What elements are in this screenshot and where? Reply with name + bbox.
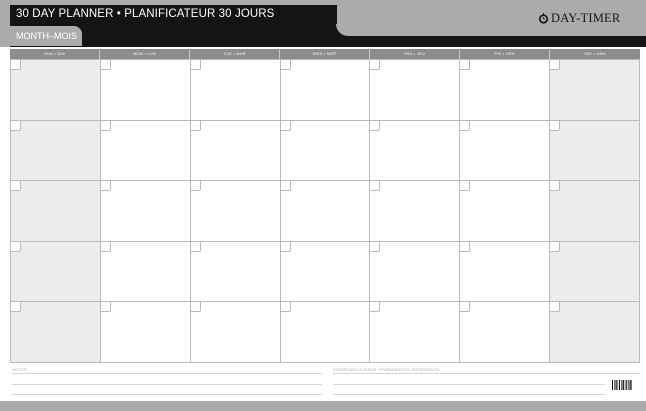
planner-title: 30 DAY PLANNER • PLANIFICATEUR 30 JOURS xyxy=(10,5,337,24)
day-header-wed: WED • MER xyxy=(280,49,370,59)
day-cell[interactable] xyxy=(11,181,101,242)
date-number-box[interactable] xyxy=(280,60,291,70)
day-cell[interactable] xyxy=(280,120,371,182)
date-number-box[interactable] xyxy=(190,60,201,70)
date-number-box[interactable] xyxy=(11,120,21,131)
date-number-box[interactable] xyxy=(550,60,561,70)
date-number-box[interactable] xyxy=(370,181,381,192)
events-line[interactable] xyxy=(333,384,605,385)
date-number-box[interactable] xyxy=(550,302,561,313)
date-number-box[interactable] xyxy=(280,181,291,192)
date-number-box[interactable] xyxy=(190,120,201,131)
day-header-thu: THU • JEU xyxy=(370,49,460,59)
events-line[interactable] xyxy=(333,394,605,395)
day-header-sun: SUN • DIM xyxy=(10,49,100,59)
day-cell[interactable] xyxy=(550,302,640,363)
notes-line[interactable] xyxy=(12,384,322,385)
day-cell[interactable] xyxy=(11,241,101,303)
date-number-box[interactable] xyxy=(190,241,201,252)
clock-icon xyxy=(538,12,549,24)
day-cell[interactable] xyxy=(550,241,640,303)
date-number-box[interactable] xyxy=(550,120,561,131)
date-number-box[interactable] xyxy=(100,181,111,192)
day-cell[interactable] xyxy=(550,181,640,242)
date-number-box[interactable] xyxy=(11,181,21,192)
brand-logo: DAY-TIMER xyxy=(538,10,620,26)
date-number-box[interactable] xyxy=(460,181,471,192)
date-number-box[interactable] xyxy=(11,60,21,70)
notes-label: NOTES: xyxy=(12,367,29,372)
date-number-box[interactable] xyxy=(100,241,111,252)
day-cell[interactable] xyxy=(550,120,640,182)
date-number-box[interactable] xyxy=(280,302,291,313)
date-number-box[interactable] xyxy=(11,302,21,313)
day-cell[interactable] xyxy=(370,241,461,303)
barcode-icon xyxy=(611,379,633,393)
day-header-tue: TUE • MAR xyxy=(190,49,280,59)
planner-page: 30 DAY PLANNER • PLANIFICATEUR 30 JOURS … xyxy=(0,0,646,411)
day-cell[interactable] xyxy=(190,241,281,303)
date-number-box[interactable] xyxy=(370,120,381,131)
day-cell[interactable] xyxy=(190,60,281,121)
day-header-mon: MON • LUN xyxy=(100,49,190,59)
date-number-box[interactable] xyxy=(550,241,561,252)
date-number-box[interactable] xyxy=(370,241,381,252)
date-number-box[interactable] xyxy=(280,120,291,131)
day-cell[interactable] xyxy=(370,302,461,363)
day-cell[interactable] xyxy=(460,181,551,242)
day-cell[interactable] xyxy=(190,181,281,242)
date-number-box[interactable] xyxy=(460,241,471,252)
date-number-box[interactable] xyxy=(100,60,111,70)
day-cell[interactable] xyxy=(280,181,371,242)
day-cell[interactable] xyxy=(100,120,191,182)
day-cell[interactable] xyxy=(370,120,461,182)
date-number-box[interactable] xyxy=(280,241,291,252)
day-cell[interactable] xyxy=(280,60,371,121)
date-number-box[interactable] xyxy=(190,181,201,192)
day-cell[interactable] xyxy=(11,302,101,363)
day-cell[interactable] xyxy=(280,302,371,363)
date-number-box[interactable] xyxy=(370,302,381,313)
day-cell[interactable] xyxy=(460,60,551,121)
footer-bar xyxy=(0,401,646,411)
date-number-box[interactable] xyxy=(100,120,111,131)
day-header-fri: FRI • VEN xyxy=(460,49,550,59)
month-field-label[interactable]: MONTH–MOIS xyxy=(10,26,82,46)
day-cell[interactable] xyxy=(190,302,281,363)
day-cell[interactable] xyxy=(100,241,191,303)
date-number-box[interactable] xyxy=(460,120,471,131)
day-cell[interactable] xyxy=(370,60,461,121)
day-header-row: SUN • DIM MON • LUN TUE • MAR WED • MER … xyxy=(10,49,640,59)
day-cell[interactable] xyxy=(190,120,281,182)
calendar-grid xyxy=(10,59,640,363)
day-cell[interactable] xyxy=(460,302,551,363)
notes-line[interactable] xyxy=(12,394,322,395)
day-cell[interactable] xyxy=(100,60,191,121)
day-cell[interactable] xyxy=(550,60,640,121)
events-line[interactable] xyxy=(333,373,640,374)
date-number-box[interactable] xyxy=(550,181,561,192)
day-cell[interactable] xyxy=(100,302,191,363)
notes-line[interactable] xyxy=(12,373,322,374)
day-cell[interactable] xyxy=(280,241,371,303)
day-cell[interactable] xyxy=(460,241,551,303)
date-number-box[interactable] xyxy=(460,302,471,313)
important-events-label: IMPORTANT EVENTS / ÉVÉNEMENTS IMPORTANTS… xyxy=(333,367,441,372)
date-number-box[interactable] xyxy=(100,302,111,313)
date-number-box[interactable] xyxy=(11,241,21,252)
day-cell[interactable] xyxy=(460,120,551,182)
date-number-box[interactable] xyxy=(460,60,471,70)
day-cell[interactable] xyxy=(100,181,191,242)
day-cell[interactable] xyxy=(370,181,461,242)
day-cell[interactable] xyxy=(11,120,101,182)
day-header-sat: SAT • SAM xyxy=(584,51,606,56)
day-cell[interactable] xyxy=(11,60,101,121)
date-number-box[interactable] xyxy=(190,302,201,313)
date-number-box[interactable] xyxy=(370,60,381,70)
brand-name: DAY-TIMER xyxy=(551,10,621,25)
